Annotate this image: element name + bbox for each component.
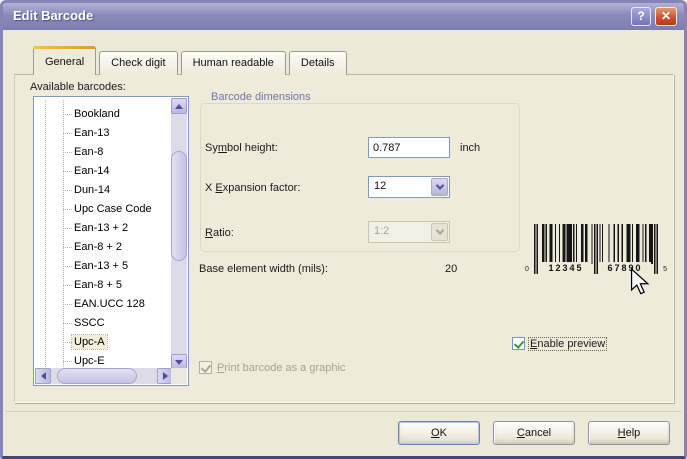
list-item-label: Ean-8 + 5 bbox=[74, 279, 123, 291]
barcode-dimensions-group bbox=[200, 103, 520, 252]
list-item-label: EAN.UCC 128 bbox=[74, 298, 145, 310]
close-icon[interactable]: ✕ bbox=[655, 7, 677, 26]
list-item-label: Ean-13 + 5 bbox=[74, 260, 129, 272]
vertical-scroll-thumb[interactable] bbox=[171, 151, 187, 261]
scroll-left-icon[interactable] bbox=[35, 368, 51, 384]
ratio-label: Ratio: bbox=[205, 227, 234, 239]
tree-branch-line bbox=[63, 209, 72, 210]
tree-branch-line bbox=[63, 304, 72, 305]
list-item[interactable]: Ean-8 + 5 bbox=[35, 276, 173, 295]
list-item-label: Ean-8 bbox=[74, 146, 104, 158]
edit-barcode-dialog: Edit Barcode ? ✕ General Check digit Human… bbox=[0, 0, 687, 459]
list-item-label: Ean-8 + 2 bbox=[74, 241, 123, 253]
x-expansion-label: X Expansion factor: bbox=[205, 182, 301, 194]
print-graphic-checkbox bbox=[199, 361, 212, 374]
tree-branch-line bbox=[63, 266, 72, 267]
tree-branch-line bbox=[63, 152, 72, 153]
x-expansion-value: 12 bbox=[374, 180, 387, 192]
available-barcodes-label: Available barcodes: bbox=[30, 81, 126, 93]
tree-branch-line bbox=[63, 342, 72, 343]
list-item-label: Ean-14 bbox=[74, 165, 110, 177]
list-item-label: Ean-13 bbox=[74, 127, 110, 139]
window-title: Edit Barcode bbox=[13, 8, 94, 23]
list-item[interactable]: Upc-E bbox=[35, 352, 173, 369]
print-graphic-label: Print barcode as a graphic bbox=[217, 362, 346, 374]
scrollbar-corner bbox=[171, 368, 187, 384]
list-item[interactable]: Upc Case Code bbox=[35, 200, 173, 219]
barcode-trailing-digit: 5 bbox=[663, 266, 667, 273]
tree-branch-line bbox=[63, 171, 72, 172]
list-item-label: Dun-14 bbox=[74, 184, 111, 196]
help-button[interactable]: Help bbox=[588, 421, 670, 445]
tree-branch-line bbox=[63, 247, 72, 248]
tab-human-readable[interactable]: Human readable bbox=[180, 51, 286, 75]
barcode-leading-digit: 0 bbox=[525, 266, 529, 273]
tree-branch-line bbox=[63, 361, 72, 362]
barcode-list: Bookland Ean-13 Ean-8 Ean-14 Dun-14 Upc Case … bbox=[33, 96, 189, 386]
list-item-label: Upc-E bbox=[74, 355, 105, 367]
symbol-height-unit-label: inch bbox=[460, 142, 481, 154]
list-item[interactable]: Bookland bbox=[35, 105, 173, 124]
tree-branch-line bbox=[63, 190, 72, 191]
horizontal-scroll-thumb[interactable] bbox=[57, 368, 137, 384]
tab-details[interactable]: Details bbox=[288, 51, 347, 75]
ratio-value: 1:2 bbox=[374, 225, 390, 237]
base-element-width-label: Base element width (mils): bbox=[199, 263, 328, 275]
tree-branch-line bbox=[63, 228, 72, 229]
tab-check-digit[interactable]: Check digit bbox=[99, 51, 178, 75]
mouse-cursor-icon bbox=[630, 268, 650, 295]
tree-branch-line bbox=[63, 114, 72, 115]
tree-branch-line bbox=[63, 285, 72, 286]
button-row-divider bbox=[6, 411, 681, 413]
list-item-label: Upc-A bbox=[71, 334, 108, 350]
list-item[interactable]: SSCC bbox=[35, 314, 173, 333]
list-item[interactable]: Ean-13 bbox=[35, 124, 173, 143]
chevron-down-icon bbox=[431, 223, 448, 241]
tab-bar: General Check digit Human readable Details bbox=[33, 46, 350, 75]
list-item-label: Ean-13 + 2 bbox=[74, 222, 129, 234]
list-item[interactable]: Ean-8 bbox=[35, 143, 173, 162]
scroll-up-icon[interactable] bbox=[171, 98, 187, 114]
horizontal-scrollbar[interactable] bbox=[35, 368, 173, 384]
symbol-height-label: Symbol height: bbox=[205, 142, 278, 154]
list-item[interactable]: Ean-14 bbox=[35, 162, 173, 181]
titlebar-help-icon[interactable]: ? bbox=[631, 7, 651, 26]
ok-button[interactable]: OK bbox=[398, 421, 480, 445]
list-item[interactable]: Ean-8 + 2 bbox=[35, 238, 173, 257]
tab-general[interactable]: General bbox=[33, 46, 97, 75]
titlebar[interactable]: Edit Barcode ? ✕ bbox=[3, 3, 684, 30]
barcode-list-items: Bookland Ean-13 Ean-8 Ean-14 Dun-14 Upc Case … bbox=[35, 98, 173, 369]
base-element-width-value: 20 bbox=[445, 263, 458, 275]
x-expansion-select[interactable]: 12 bbox=[368, 176, 450, 198]
barcode-dimensions-group-label: Barcode dimensions bbox=[207, 91, 315, 103]
enable-preview-checkbox[interactable] bbox=[512, 337, 525, 350]
list-item[interactable]: Ean-13 + 2 bbox=[35, 219, 173, 238]
list-item-label: Bookland bbox=[74, 108, 120, 120]
chevron-down-icon[interactable] bbox=[431, 178, 448, 196]
list-item[interactable]: Ean-13 + 5 bbox=[35, 257, 173, 276]
list-item[interactable]: Dun-14 bbox=[35, 181, 173, 200]
list-item[interactable]: EAN.UCC 128 bbox=[35, 295, 173, 314]
list-item-label: Upc Case Code bbox=[74, 203, 152, 215]
vertical-scrollbar[interactable] bbox=[171, 98, 187, 370]
list-item-label: SSCC bbox=[74, 317, 105, 329]
barcode-digits-left: 12345 bbox=[541, 262, 591, 274]
enable-preview-label[interactable]: Enable preview bbox=[527, 337, 608, 351]
tree-branch-line bbox=[63, 133, 72, 134]
ratio-select: 1:2 bbox=[368, 221, 450, 243]
list-item[interactable]: Upc-A bbox=[35, 333, 173, 352]
symbol-height-input[interactable] bbox=[368, 137, 450, 158]
tree-branch-line bbox=[63, 323, 72, 324]
cancel-button[interactable]: Cancel bbox=[493, 421, 575, 445]
